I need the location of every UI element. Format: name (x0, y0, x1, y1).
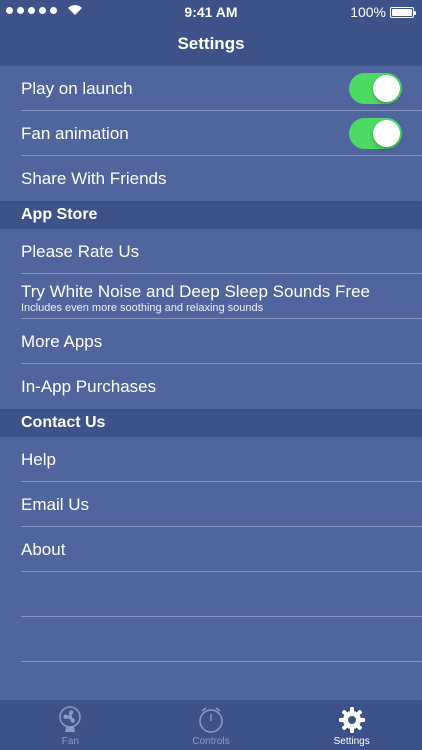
more-apps-row[interactable]: More Apps (21, 319, 422, 364)
toggle-knob (373, 75, 400, 102)
fan-animation-toggle[interactable] (349, 118, 402, 149)
more-apps-label: More Apps (21, 332, 103, 351)
rate-us-label: Please Rate Us (21, 242, 140, 261)
status-bar: 9:41 AM 100% (0, 0, 422, 24)
help-label: Help (21, 450, 56, 469)
email-us-label: Email Us (21, 495, 90, 514)
about-label: About (21, 540, 66, 559)
share-with-friends-label: Share With Friends (21, 169, 167, 188)
tab-fan[interactable]: Fan (0, 700, 141, 750)
tab-settings-label: Settings (333, 736, 370, 747)
fan-animation-label: Fan animation (21, 124, 129, 143)
tab-settings[interactable]: Settings (281, 700, 422, 750)
tab-fan-label: Fan (61, 736, 79, 747)
share-with-friends-row[interactable]: Share With Friends (21, 156, 422, 201)
empty-row (21, 572, 422, 617)
timer-icon (199, 707, 223, 733)
battery-percent: 100% (350, 4, 386, 20)
battery-indicator: 100% (350, 4, 416, 20)
fan-icon (59, 706, 82, 732)
empty-row (21, 617, 422, 662)
white-noise-subtitle: Includes even more soothing and relaxing… (21, 302, 264, 314)
in-app-purchases-label: In-App Purchases (21, 377, 157, 396)
play-on-launch-row: Play on launch (21, 66, 422, 111)
section-header-app-store: App Store (0, 201, 422, 229)
tab-bar: Fan Controls Settings (0, 700, 422, 750)
gear-icon (338, 707, 365, 733)
white-noise-label: Try White Noise and Deep Sleep Sounds Fr… (21, 282, 370, 301)
tab-controls[interactable]: Controls (141, 700, 282, 750)
about-row[interactable]: About (21, 527, 422, 572)
white-noise-row[interactable]: Try White Noise and Deep Sleep Sounds Fr… (21, 274, 422, 319)
in-app-purchases-row[interactable]: In-App Purchases (21, 364, 422, 409)
nav-bar: Settings (0, 24, 422, 66)
fan-animation-row: Fan animation (21, 111, 422, 156)
battery-icon (390, 6, 416, 18)
play-on-launch-toggle[interactable] (349, 73, 402, 104)
play-on-launch-label: Play on launch (21, 79, 133, 98)
help-row[interactable]: Help (21, 437, 422, 482)
email-us-row[interactable]: Email Us (21, 482, 422, 527)
toggle-knob (373, 120, 400, 147)
tab-controls-label: Controls (192, 736, 230, 747)
section-header-contact-us: Contact Us (0, 409, 422, 437)
settings-list: Play on launch Fan animation Share With … (0, 66, 422, 662)
rate-us-row[interactable]: Please Rate Us (21, 229, 422, 274)
page-title: Settings (177, 34, 245, 53)
